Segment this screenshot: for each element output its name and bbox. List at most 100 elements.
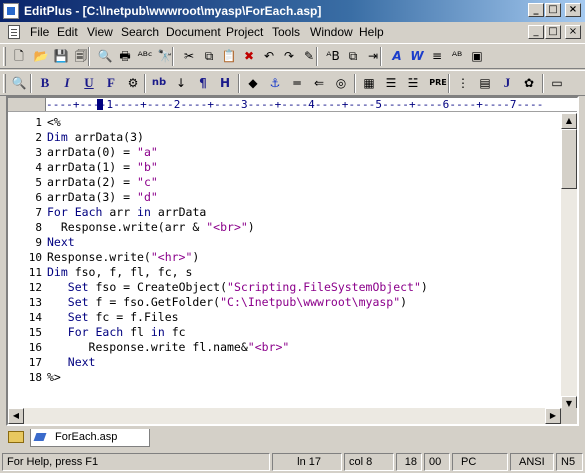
frame-icon[interactable]: ▭ [548, 74, 566, 92]
comment-icon[interactable]: ⇐ [310, 74, 328, 92]
code-line[interactable]: For Each fl in fc [47, 325, 186, 340]
menu-bar: File Edit View Search Document Project T… [0, 22, 585, 42]
vertical-scrollbar[interactable]: ▲ ▼ [561, 113, 577, 412]
folder-icon[interactable] [8, 431, 24, 443]
redo-icon[interactable]: ↷ [280, 47, 298, 65]
menu-tools[interactable]: Tools [272, 25, 300, 39]
minimize-button[interactable]: _ [528, 3, 544, 17]
html-toolbar: 🔍 B I U F ⚙ nb ↓ ¶ H ◆ ⚓ ═ ⇐ ◎ ▦ ☰ ☱ PRE ⋮ ▤ J ✿ ▭ [0, 70, 585, 96]
code-line[interactable]: Set f = fso.GetFolder("C:\Inetpub\wwwroo… [47, 295, 407, 310]
table-icon[interactable]: ▦ [360, 74, 378, 92]
code-line[interactable]: Response.write(arr & "<br>") [47, 220, 255, 235]
replace-icon[interactable]: ᴬB [324, 47, 342, 65]
document-icon[interactable] [8, 25, 20, 39]
close-button[interactable]: × [565, 3, 581, 17]
column-ruler-icon[interactable]: ≡ [428, 47, 446, 65]
anchor-icon[interactable]: ⚓ [266, 74, 284, 92]
paragraph-icon[interactable]: ¶ [194, 74, 212, 92]
code-line[interactable]: Response.write("<hr>") [47, 250, 199, 265]
menu-view[interactable]: View [87, 25, 113, 39]
spellcheck-icon[interactable]: ᴬᴮᶜ [136, 47, 154, 65]
delete-icon[interactable]: ✖ [240, 47, 258, 65]
color-icon[interactable]: ⚙ [124, 74, 142, 92]
menu-help[interactable]: Help [359, 25, 384, 39]
clipboard-icon[interactable]: ⧉ [344, 47, 362, 65]
code-line[interactable]: Response.write fl.name&"<br>" [47, 340, 290, 355]
screen-icon[interactable]: ▣ [468, 47, 486, 65]
heading-icon[interactable]: H [216, 74, 234, 92]
toolbar-separator [354, 74, 356, 93]
code-line[interactable]: Next [47, 355, 96, 370]
title-bar: EditPlus - [C:\Inetpub\wwwroot\myasp\For… [0, 0, 585, 22]
code-line[interactable]: Set fc = f.Files [47, 310, 179, 325]
doc-restore-button[interactable]: □ [545, 25, 561, 39]
save-icon[interactable]: 💾 [52, 47, 70, 65]
menu-window[interactable]: Window [310, 25, 353, 39]
scroll-right-icon[interactable]: ▶ [545, 408, 561, 424]
line-number: 13 [28, 296, 42, 309]
open-folder-icon[interactable]: 📂 [32, 47, 50, 65]
line-number: 7 [35, 206, 42, 219]
paste-icon[interactable]: 📋 [220, 47, 238, 65]
hr-icon[interactable]: ═ [288, 74, 306, 92]
flower-icon[interactable]: ✿ [520, 74, 538, 92]
menu-document[interactable]: Document [166, 25, 221, 39]
form-icon[interactable]: ▤ [476, 74, 494, 92]
cut-icon[interactable]: ✂ [180, 47, 198, 65]
italic-icon[interactable]: I [58, 74, 76, 92]
line-number: 6 [35, 191, 42, 204]
code-area[interactable]: <% Dim arrData(3) arrData(0) = "a" arrData(… [46, 113, 561, 412]
undo-icon[interactable]: ↶ [260, 47, 278, 65]
code-line[interactable]: For Each arr in arrData [47, 205, 206, 220]
javascript-icon[interactable]: J [498, 74, 516, 92]
code-line[interactable]: arrData(1) = "b" [47, 160, 158, 175]
font-tag-icon[interactable]: F [102, 74, 120, 92]
menu-project[interactable]: Project [226, 25, 263, 39]
nbsp-icon[interactable]: nb [150, 74, 168, 92]
image-icon[interactable]: ◆ [244, 74, 262, 92]
code-line[interactable]: arrData(2) = "c" [47, 175, 158, 190]
dots-icon[interactable]: ⋮ [454, 74, 472, 92]
scroll-left-icon[interactable]: ◀ [8, 408, 24, 424]
code-line[interactable]: <% [47, 115, 61, 130]
code-line[interactable]: Set fso = CreateObject("Scripting.FileSy… [47, 280, 428, 295]
print-icon[interactable]: 🖶 [116, 47, 134, 65]
bold-icon[interactable]: B [36, 74, 54, 92]
font-icon[interactable]: A [388, 47, 406, 65]
center-icon[interactable]: ◎ [332, 74, 350, 92]
pre-icon[interactable]: PRE [426, 74, 450, 92]
underline-icon[interactable]: U [80, 74, 98, 92]
standard-toolbar: 🗋 📂 💾 🗐 🔍 🖶 ᴬᴮᶜ 🔭 ✂ ⧉ 📋 ✖ ↶ ↷ ✎ ᴬB ⧉ ⇥ A W ≡ ᴬᴮ ▣ [0, 43, 585, 69]
new-file-icon[interactable]: 🗋 [10, 47, 28, 65]
horizontal-scrollbar[interactable]: ◀ ▶ [8, 408, 561, 424]
code-line[interactable]: Next [47, 235, 75, 250]
vertical-scroll-thumb[interactable] [561, 129, 577, 189]
menu-file[interactable]: File [30, 25, 49, 39]
doc-close-button[interactable]: × [565, 25, 581, 39]
app-icon[interactable] [3, 3, 19, 19]
wordwrap-icon[interactable]: W [408, 47, 426, 65]
toolbar-separator [316, 47, 318, 66]
toolbar-grip[interactable] [3, 74, 6, 93]
copy-icon[interactable]: ⧉ [200, 47, 218, 65]
tab-foreach-asp[interactable]: ForEach.asp [30, 429, 150, 447]
menu-search[interactable]: Search [121, 25, 159, 39]
code-line[interactable]: Dim arrData(3) [47, 130, 144, 145]
toolbar-grip[interactable] [3, 47, 6, 66]
menu-edit[interactable]: Edit [57, 25, 78, 39]
break-icon[interactable]: ↓ [172, 74, 190, 92]
code-line[interactable]: %> [47, 370, 61, 385]
maximize-button[interactable]: □ [545, 3, 561, 17]
code-line[interactable]: arrData(0) = "a" [47, 145, 158, 160]
line-number-icon[interactable]: ᴬᴮ [448, 47, 466, 65]
print-preview-icon[interactable]: 🔍 [96, 47, 114, 65]
list2-icon[interactable]: ☱ [404, 74, 422, 92]
code-line[interactable]: Dim fso, f, fl, fc, s [47, 265, 192, 280]
scroll-up-icon[interactable]: ▲ [561, 113, 577, 129]
list-icon[interactable]: ☰ [382, 74, 400, 92]
doc-minimize-button[interactable]: _ [528, 25, 544, 39]
code-line[interactable]: arrData(3) = "d" [47, 190, 158, 205]
line-number: 10 [28, 251, 42, 264]
preview-icon[interactable]: 🔍 [10, 74, 28, 92]
editor-pane[interactable]: ----+----1----+----2----+----3----+----4… [6, 96, 579, 426]
